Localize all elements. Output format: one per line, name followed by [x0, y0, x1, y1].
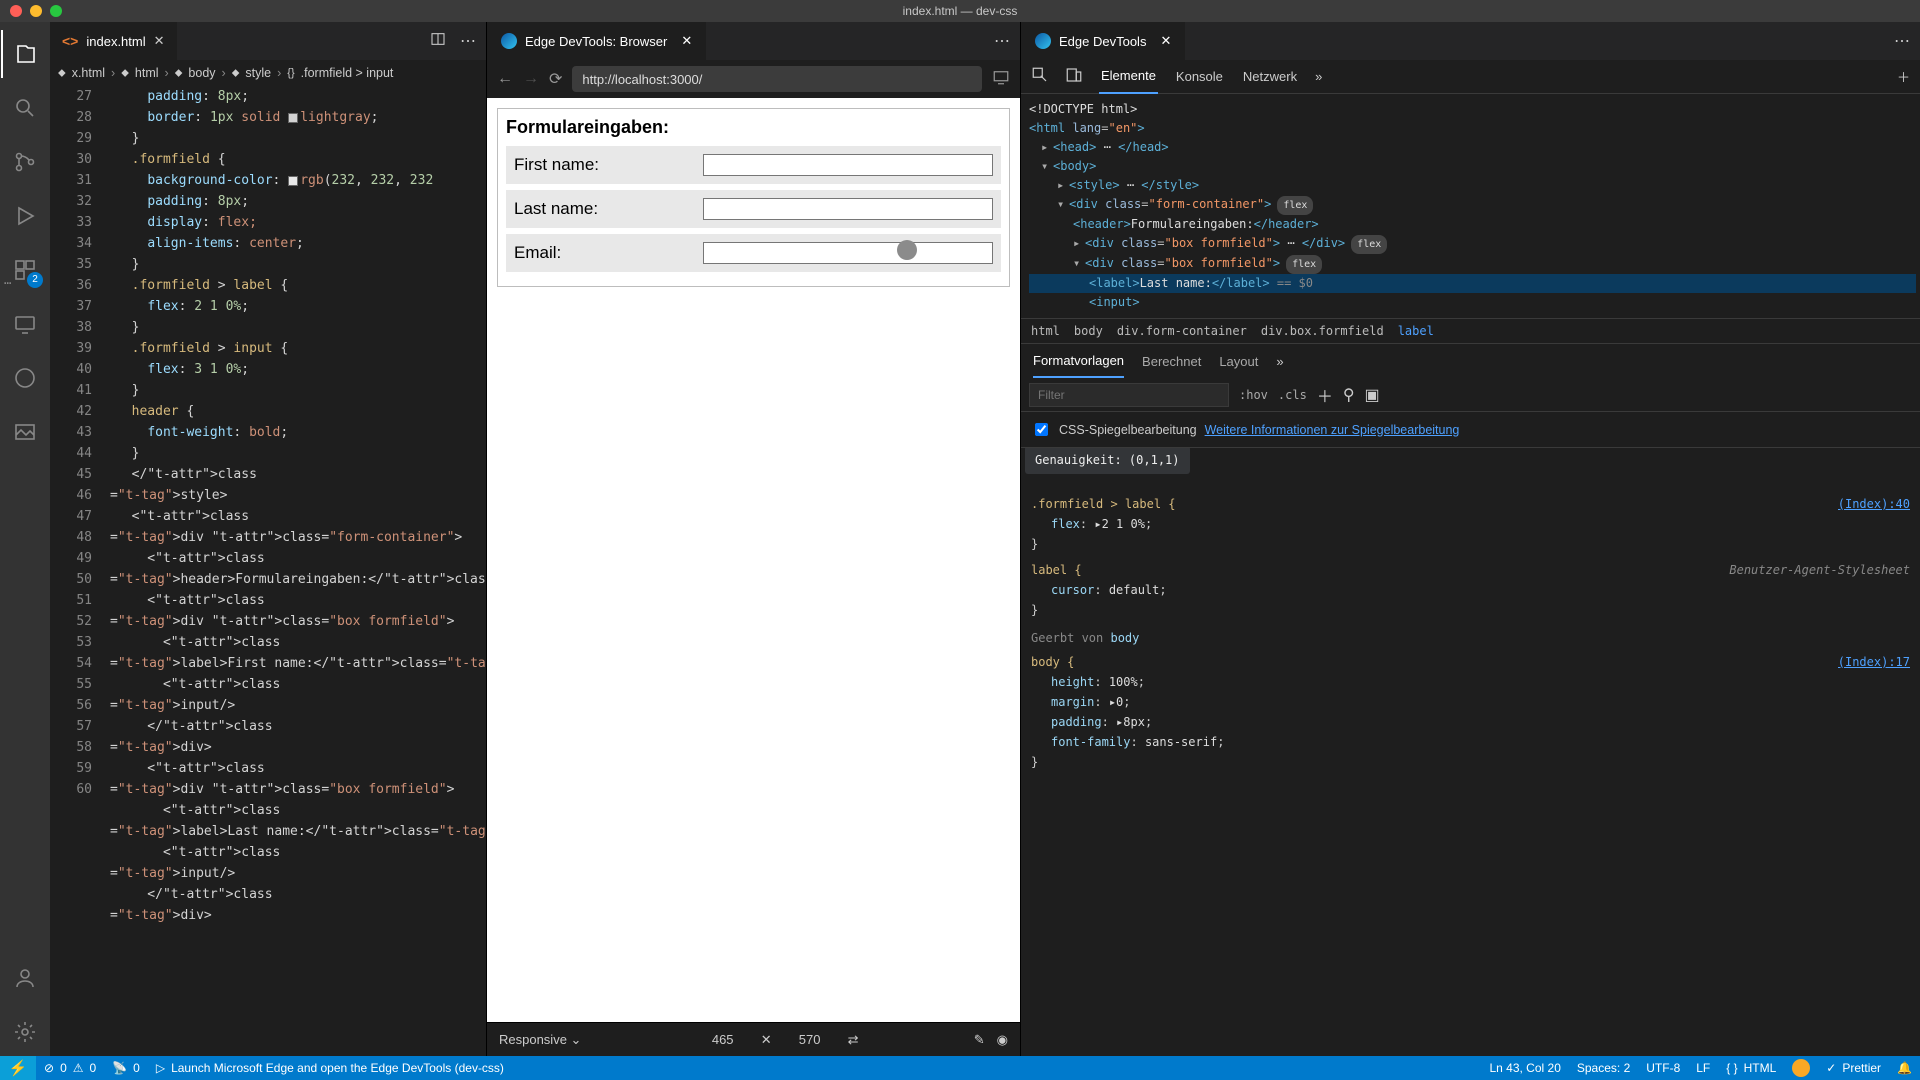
tab-edge-browser[interactable]: Edge DevTools: Browser ✕	[487, 22, 706, 60]
image-icon[interactable]	[1, 408, 49, 456]
close-icon[interactable]: ✕	[681, 33, 692, 49]
edge-logo-icon	[1035, 33, 1051, 49]
bell-icon[interactable]: 🔔	[1889, 1056, 1920, 1080]
macos-titlebar: index.html — dev-css	[0, 0, 1920, 22]
tab-styles[interactable]: Formatvorlagen	[1033, 344, 1124, 378]
ports[interactable]: 📡 0	[104, 1056, 148, 1080]
dom-tree[interactable]: <!DOCTYPE html> <html lang="en"> ▸<head>…	[1021, 94, 1920, 318]
debug-icon[interactable]	[1, 192, 49, 240]
tab-computed[interactable]: Berechnet	[1142, 354, 1201, 369]
mirror-link[interactable]: Weitere Informationen zur Spiegelbearbei…	[1205, 423, 1460, 437]
new-style-icon[interactable]: ＋	[1317, 383, 1333, 407]
mirror-label: CSS-Spiegelbearbeitung	[1059, 423, 1197, 437]
html-file-icon: <>	[62, 33, 78, 49]
remote-icon[interactable]	[1, 300, 49, 348]
edge-logo-icon	[501, 33, 517, 49]
height-input[interactable]	[784, 1031, 836, 1048]
more-icon[interactable]: ⋯	[460, 31, 476, 52]
eye-icon[interactable]: ◉	[997, 1032, 1008, 1048]
indent[interactable]: Spaces: 2	[1569, 1056, 1638, 1080]
address-bar: ← → ⟳	[487, 60, 1020, 98]
device-select[interactable]: Responsive ⌄	[499, 1032, 581, 1048]
more-icon[interactable]: ⋯	[1894, 31, 1910, 51]
prettier[interactable]: ✓ Prettier	[1818, 1056, 1889, 1080]
device-toolbar: Responsive ⌄ ✕ ⇄ ✎ ◉	[487, 1022, 1020, 1056]
dom-breadcrumb[interactable]: html body div.form-container div.box.for…	[1021, 318, 1920, 344]
mirror-checkbox[interactable]	[1035, 423, 1048, 436]
tab-edge-devtools[interactable]: Edge DevTools ✕	[1021, 22, 1185, 60]
close-icon[interactable]: ✕	[154, 33, 165, 49]
encoding[interactable]: UTF-8	[1638, 1056, 1688, 1080]
breadcrumb[interactable]: ⬥x.html› ⬥html› ⬥body› ⬥style› {}.formfi…	[50, 60, 486, 86]
language-mode[interactable]: { } HTML	[1718, 1056, 1784, 1080]
more-icon[interactable]: ⋯	[994, 31, 1010, 51]
browser-viewport[interactable]: Formulareingaben: First name: Last name:…	[487, 98, 1020, 1022]
pin-icon[interactable]: ⚲	[1343, 385, 1355, 405]
tab-console[interactable]: Konsole	[1174, 60, 1225, 94]
dimension-x: ✕	[761, 1032, 772, 1048]
cls-toggle[interactable]: .cls	[1278, 388, 1307, 402]
inspect-icon[interactable]	[1031, 66, 1049, 87]
tab-label: index.html	[86, 34, 145, 49]
code-editor[interactable]: 2728293031323334353637383940414243444546…	[50, 86, 486, 1056]
window-title: index.html — dev-css	[0, 4, 1920, 18]
activity-bar: 2	[0, 22, 50, 1056]
formfield-email: Email:	[506, 234, 1001, 272]
close-icon[interactable]: ✕	[1160, 33, 1171, 49]
add-tab-icon[interactable]: ＋	[1897, 67, 1910, 86]
formfield-lastname: Last name:	[506, 190, 1001, 228]
firstname-input[interactable]	[703, 154, 993, 176]
remote-indicator[interactable]: ⚡	[0, 1056, 36, 1080]
specificity-tooltip: Genauigkeit: (0,1,1)	[1025, 448, 1190, 474]
search-icon[interactable]	[1, 84, 49, 132]
settings-gear-icon[interactable]	[1, 1008, 49, 1056]
edit-icon[interactable]: ✎	[974, 1032, 985, 1048]
tab-index-html[interactable]: <> index.html ✕	[50, 22, 177, 60]
status-bar: ⚡ ⊘ 0 ⚠ 0 📡 0 ▷ Launch Microsoft Edge an…	[0, 1056, 1920, 1080]
problems[interactable]: ⊘ 0 ⚠ 0	[36, 1056, 104, 1080]
width-input[interactable]	[697, 1031, 749, 1048]
more-tabs-icon[interactable]: »	[1276, 354, 1283, 369]
device-toggle-icon[interactable]	[1065, 66, 1083, 87]
more-tabs-icon[interactable]: »	[1315, 69, 1322, 84]
editor-tabs: <> index.html ✕ ⋯	[50, 22, 486, 60]
formfield-firstname: First name:	[506, 146, 1001, 184]
styles-filter-input[interactable]	[1029, 383, 1229, 407]
explorer-icon[interactable]	[1, 30, 49, 78]
reload-icon[interactable]: ⟳	[549, 69, 562, 89]
lastname-input[interactable]	[703, 198, 993, 220]
eol[interactable]: LF	[1688, 1056, 1718, 1080]
tab-elements[interactable]: Elemente	[1099, 60, 1158, 94]
rotate-icon[interactable]: ⇄	[848, 1032, 859, 1048]
pointer-indicator	[897, 240, 917, 260]
devtools-panel: Edge DevTools ✕ ⋯ Elemente Konsole Netzw…	[1020, 22, 1920, 1056]
styles-tabs: Formatvorlagen Berechnet Layout »	[1021, 344, 1920, 378]
hov-toggle[interactable]: :hov	[1239, 388, 1268, 402]
tab-layout[interactable]: Layout	[1219, 354, 1258, 369]
user-badge[interactable]	[1784, 1056, 1818, 1080]
styles-pane[interactable]: element.style { Genauigkeit: (0,1,1) (In…	[1021, 448, 1920, 1056]
split-editor-icon[interactable]	[430, 31, 446, 52]
source-control-icon[interactable]	[1, 138, 49, 186]
traffic-lights[interactable]	[0, 5, 62, 17]
browser-panel: Edge DevTools: Browser ✕ ⋯ ← → ⟳ Formula…	[486, 22, 1020, 1056]
devtools-toolbar: Elemente Konsole Netzwerk » ＋	[1021, 60, 1920, 94]
account-icon[interactable]	[1, 954, 49, 1002]
devtools-icon[interactable]	[992, 68, 1010, 91]
panel-icon[interactable]: ▣	[1365, 385, 1380, 405]
url-input[interactable]	[572, 66, 982, 92]
email-input[interactable]	[703, 242, 993, 264]
edge-icon[interactable]	[1, 354, 49, 402]
back-icon[interactable]: ←	[497, 70, 513, 88]
tab-network[interactable]: Netzwerk	[1241, 60, 1299, 94]
forward-icon[interactable]: →	[523, 70, 539, 88]
cursor-pos[interactable]: Ln 43, Col 20	[1481, 1056, 1568, 1080]
editor-panel: <> index.html ✕ ⋯ ⬥x.html› ⬥html› ⬥body›…	[50, 22, 486, 1056]
launch-task[interactable]: ▷ Launch Microsoft Edge and open the Edg…	[148, 1056, 512, 1080]
page-header: Formulareingaben:	[506, 117, 1001, 138]
